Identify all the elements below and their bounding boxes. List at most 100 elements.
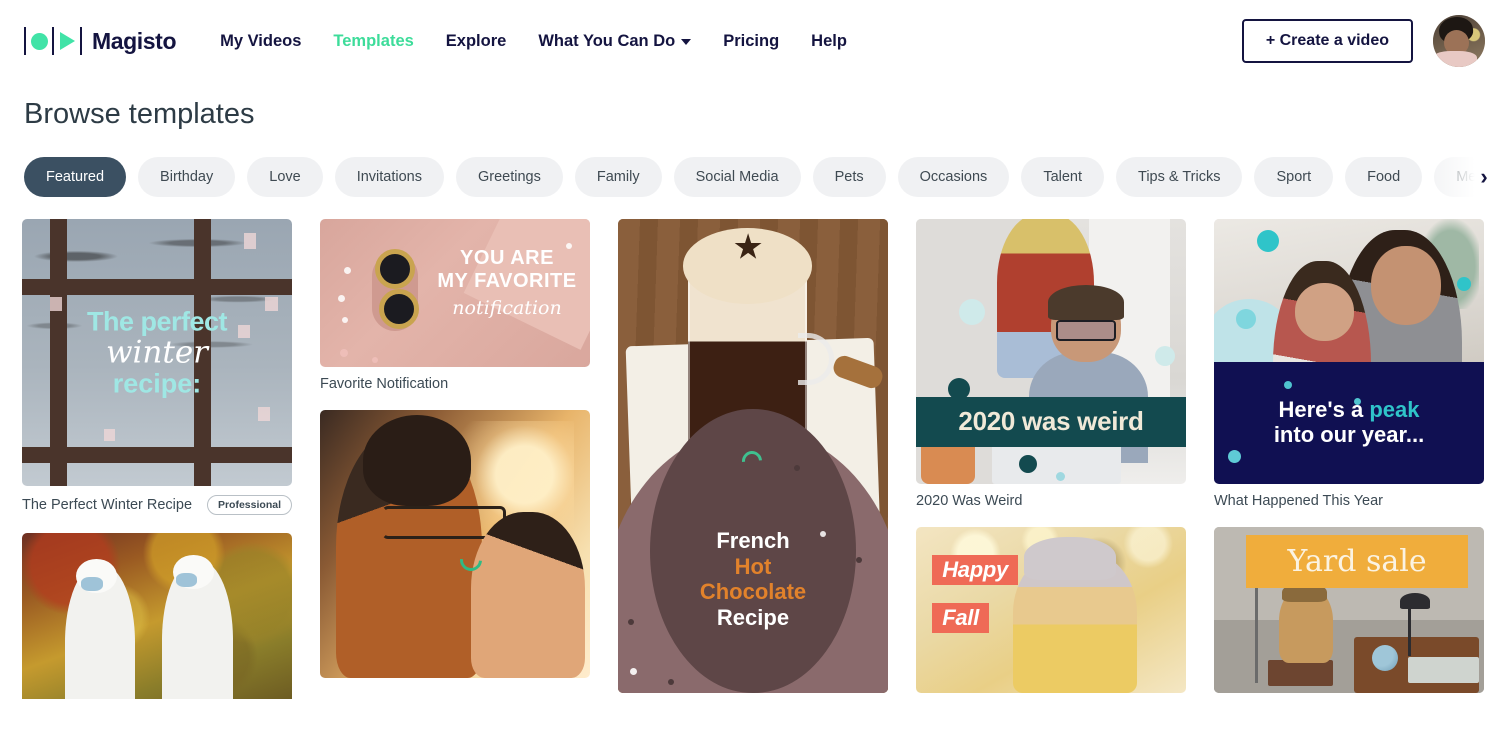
- category-chip-tips-and-tricks[interactable]: Tips & Tricks: [1116, 157, 1243, 197]
- template-overlay-text: French Hot Chocolate Recipe: [618, 528, 888, 632]
- beanie-hat-art: [1024, 536, 1116, 581]
- overlay-line-3: notification: [452, 297, 562, 319]
- template-card-meta: The Perfect Winter Recipe Professional: [22, 495, 292, 515]
- template-card-meta: What Happened This Year: [1214, 493, 1484, 509]
- overlay-line-2: MY FAVORITE: [437, 270, 577, 292]
- logo-text: Magisto: [92, 27, 177, 54]
- logo-bar-right-icon: [80, 27, 82, 55]
- overlay-line-2: winter: [105, 334, 209, 370]
- category-chip-food[interactable]: Food: [1345, 157, 1423, 197]
- template-thumbnail[interactable]: Happy Fall: [916, 527, 1186, 693]
- status-badge: Professional: [206, 495, 292, 515]
- template-card-what-happened-this-year[interactable]: Here's a peak into our year... What Happ…: [1214, 219, 1484, 509]
- logo-play-triangle-icon: [54, 27, 80, 55]
- overlay-line-1: Here's a peak: [1278, 396, 1420, 422]
- logo-circle-icon: [26, 27, 52, 55]
- template-card-french-hot-chocolate[interactable]: French Hot Chocolate Recipe: [618, 219, 888, 693]
- overlay-line-1: YOU ARE: [460, 247, 554, 269]
- camera-lens-icon: [375, 249, 415, 289]
- template-grid: The perfect winter recipe: The Perfect W…: [0, 219, 1509, 699]
- category-chip-love[interactable]: Love: [247, 157, 323, 197]
- hair-art: [1048, 285, 1124, 320]
- glasses-icon: [1056, 319, 1116, 341]
- category-chip-sport[interactable]: Sport: [1254, 157, 1334, 197]
- template-card-2020-was-weird[interactable]: 2020 was weird 2020 Was Weird: [916, 219, 1186, 509]
- template-column-3: French Hot Chocolate Recipe: [618, 219, 888, 699]
- head-art: [1295, 282, 1355, 341]
- category-chip-pets[interactable]: Pets: [812, 157, 886, 197]
- nav-label: Pricing: [723, 31, 780, 50]
- template-thumbnail[interactable]: [22, 533, 292, 699]
- template-overlay-band: 2020 was weird: [916, 396, 1186, 447]
- nav-item-explore[interactable]: Explore: [430, 32, 523, 51]
- nav-label: Help: [811, 31, 847, 50]
- nav-label: My Videos: [220, 31, 302, 50]
- category-chip-list: Featured Birthday Love Invitations Greet…: [0, 155, 1509, 199]
- category-chip-family[interactable]: Family: [574, 157, 662, 197]
- overlay-line-2: into our year...: [1273, 421, 1425, 447]
- template-title: 2020 Was Weird: [916, 493, 1023, 509]
- category-chip-invitations[interactable]: Invitations: [334, 157, 444, 197]
- category-chip-occasions[interactable]: Occasions: [897, 157, 1010, 197]
- overlay-text: 2020 was weird: [958, 406, 1144, 437]
- hair-art: [363, 415, 472, 507]
- template-card-hazmat-autumn[interactable]: [22, 533, 292, 699]
- category-chip-greetings[interactable]: Greetings: [456, 157, 563, 197]
- template-card-favorite-notification[interactable]: YOU ARE MY FAVORITE notification Favorit…: [320, 219, 590, 392]
- template-title: The Perfect Winter Recipe: [22, 497, 193, 513]
- template-card-meta: Favorite Notification: [320, 376, 590, 392]
- template-card-happy-fall[interactable]: Happy Fall: [916, 527, 1186, 693]
- overlay-line-2: Fall: [932, 603, 989, 634]
- nav-item-help[interactable]: Help: [795, 32, 863, 51]
- chevron-down-icon: [681, 39, 692, 45]
- template-overlay-text: Here's a peak into our year...: [1214, 397, 1484, 447]
- nav-label: What You Can Do: [538, 31, 676, 50]
- overlay-line-3: recipe:: [112, 368, 202, 398]
- nav-item-templates[interactable]: Templates: [317, 32, 429, 51]
- nav-label: Templates: [333, 31, 414, 50]
- category-chip-social-media[interactable]: Social Media: [673, 157, 801, 197]
- template-thumbnail[interactable]: French Hot Chocolate Recipe: [618, 219, 888, 693]
- category-chip-talent[interactable]: Talent: [1021, 157, 1105, 197]
- magisto-logo[interactable]: Magisto: [24, 26, 176, 56]
- template-card-couple-sunset[interactable]: [320, 410, 590, 678]
- template-thumbnail[interactable]: Here's a peak into our year...: [1214, 219, 1484, 484]
- template-thumbnail[interactable]: The perfect winter recipe:: [22, 219, 292, 486]
- template-thumbnail[interactable]: YOU ARE MY FAVORITE notification: [320, 219, 590, 367]
- overlay-line-3: Chocolate: [699, 579, 807, 605]
- template-thumbnail[interactable]: 2020 was weird: [916, 219, 1186, 484]
- lamp-shade-art: [1400, 593, 1430, 610]
- typewriter-art: [1408, 656, 1479, 684]
- chevron-right-icon[interactable]: ›: [1473, 165, 1495, 189]
- template-thumbnail[interactable]: [320, 410, 590, 678]
- overlay-line-4: Recipe: [716, 605, 790, 631]
- overlay-line-1: Happy: [932, 555, 1018, 586]
- category-chip-memorial[interactable]: Memorial: [1434, 157, 1509, 197]
- template-column-2: YOU ARE MY FAVORITE notification Favorit…: [320, 219, 590, 699]
- template-column-1: The perfect winter recipe: The Perfect W…: [22, 219, 292, 699]
- nav-item-pricing[interactable]: Pricing: [707, 32, 795, 51]
- rack-art: [1254, 580, 1258, 684]
- avatar[interactable]: [1433, 15, 1485, 67]
- nav-item-my-videos[interactable]: My Videos: [204, 32, 317, 51]
- template-column-5: Here's a peak into our year... What Happ…: [1214, 219, 1484, 699]
- category-chip-birthday[interactable]: Birthday: [138, 157, 236, 197]
- autumn-foliage-art: [22, 533, 292, 699]
- template-card-winter-recipe[interactable]: The perfect winter recipe: The Perfect W…: [22, 219, 292, 515]
- overlay-line-1: French: [716, 527, 790, 553]
- template-title: Favorite Notification: [320, 376, 449, 392]
- template-overlay-text: The perfect winter recipe:: [22, 308, 292, 397]
- page-title: Browse templates: [24, 98, 255, 130]
- main-navigation: My Videos Templates Explore What You Can…: [204, 32, 863, 51]
- create-video-button[interactable]: + Create a video: [1241, 19, 1413, 63]
- window-mullion: [22, 279, 292, 295]
- template-card-yard-sale[interactable]: Yard sale: [1214, 527, 1484, 693]
- site-header: Magisto My Videos Templates Explore What…: [0, 0, 1509, 82]
- template-card-meta: 2020 Was Weird: [916, 493, 1186, 509]
- category-chip-featured[interactable]: Featured: [24, 157, 127, 197]
- head-art: [1370, 245, 1441, 325]
- template-column-4: 2020 was weird 2020 Was Weird Happy Fall: [916, 219, 1186, 699]
- nav-item-what-you-can-do[interactable]: What You Can Do: [522, 32, 707, 51]
- template-thumbnail[interactable]: Yard sale: [1214, 527, 1484, 693]
- overlay-line-1: The perfect: [86, 306, 228, 336]
